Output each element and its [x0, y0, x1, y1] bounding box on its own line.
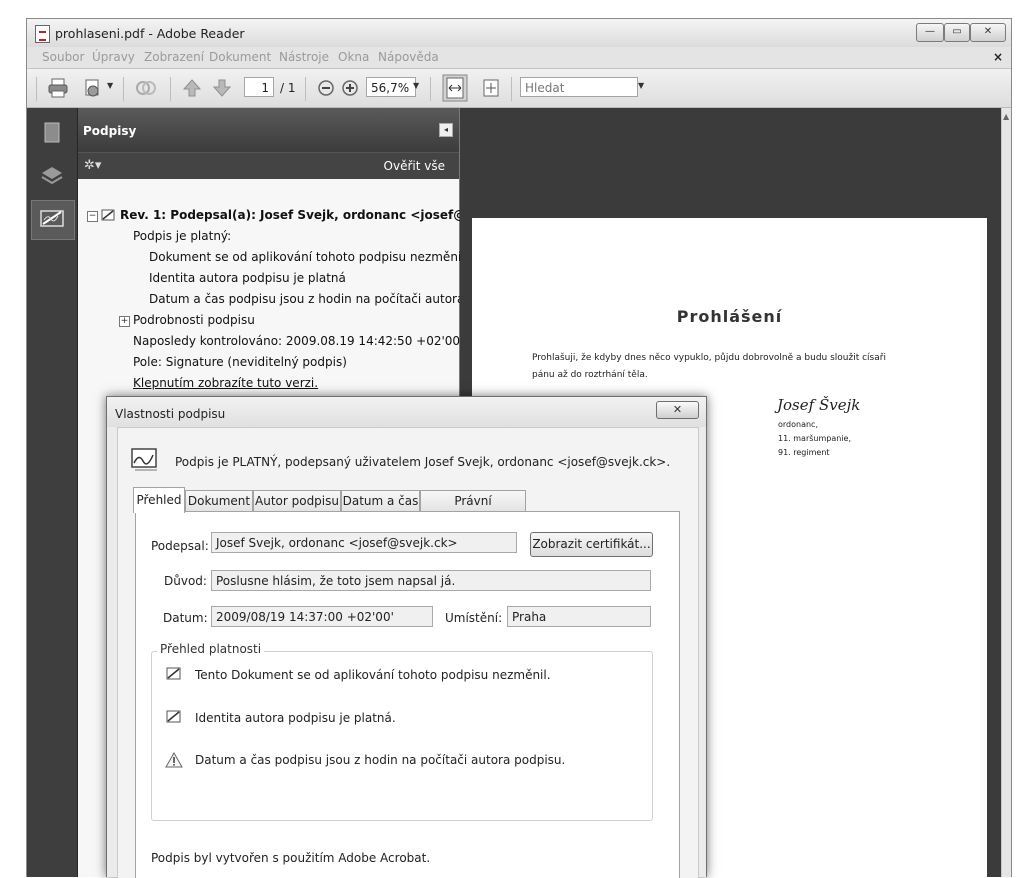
create-icon[interactable]	[82, 77, 104, 99]
warning-icon	[165, 752, 183, 768]
zoom-input[interactable]: 56,7%	[366, 77, 416, 97]
previous-page-icon[interactable]	[181, 77, 203, 99]
tab-signer[interactable]: Autor podpisu	[253, 490, 341, 512]
tab-document[interactable]: Dokument	[185, 490, 253, 512]
verify-all-button[interactable]: Ověřit vše	[384, 159, 445, 173]
menu-document[interactable]: Dokument	[209, 50, 271, 64]
location-label: Umístění:	[445, 611, 503, 625]
reason-field[interactable]: Poslusne hlásim, že toto jsem napsal já.	[211, 570, 651, 591]
panel-title: Podpisy	[83, 124, 137, 138]
creation-info: Podpis byl vytvořen s použitím Adobe Acr…	[151, 851, 431, 865]
menu-bar: Soubor Úpravy Zobrazení Dokument Nástroj…	[27, 47, 1011, 69]
dialog-title-bar: Vlastnosti podpisu ✕	[107, 397, 706, 427]
validity-identity: Identita autora podpisu je platná.	[195, 711, 396, 725]
reason-label: Důvod:	[164, 574, 207, 588]
validity-summary-legend: Přehled platnosti	[157, 642, 265, 656]
print-icon[interactable]	[47, 77, 69, 99]
signer-unit: 11. maršumpanie,	[778, 434, 852, 443]
show-certificate-button[interactable]: Zobrazit certifikát...	[530, 532, 653, 557]
collapse-revision-icon[interactable]: −	[87, 211, 98, 222]
page-number-input[interactable]: 1	[244, 77, 274, 97]
signatures-icon[interactable]	[35, 204, 69, 234]
tab-date-time[interactable]: Datum a čas	[341, 490, 420, 512]
menu-file[interactable]: Soubor	[42, 50, 84, 64]
document-heading: Prohlášení	[676, 307, 783, 326]
fit-page-icon[interactable]	[480, 77, 502, 99]
vertical-scrollbar[interactable]: ▲	[1001, 108, 1011, 877]
menu-windows[interactable]: Okna	[338, 50, 369, 64]
close-document-button[interactable]: ×	[993, 50, 1003, 64]
last-checked: Naposledy kontrolováno: 2009.08.19 14:42…	[133, 334, 464, 348]
date-label: Datum:	[163, 611, 208, 625]
signature-validity: Podpis je platný:	[133, 229, 232, 243]
window-title: prohlaseni.pdf - Adobe Reader	[55, 26, 245, 41]
next-page-icon[interactable]	[211, 77, 233, 99]
title-bar: prohlaseni.pdf - Adobe Reader — ▭ ✕	[27, 19, 1011, 47]
signed-by-field[interactable]: Josef Svejk, ordonanc <josef@svejk.ck>	[211, 532, 517, 553]
view-version-link[interactable]: Klepnutím zobrazíte tuto verzi.	[133, 376, 318, 390]
dialog-title: Vlastnosti podpisu	[115, 407, 226, 421]
signature-field: Pole: Signature (neviditelný podpis)	[133, 355, 347, 369]
zoom-dropdown-icon[interactable]: ▼	[413, 81, 419, 90]
navigation-rail	[27, 108, 78, 877]
page-total: / 1	[280, 81, 296, 95]
check-time-source: Datum a čas podpisu jsou z hodin na počí…	[149, 292, 502, 306]
date-field[interactable]: 2009/08/19 14:37:00 +02'00'	[211, 606, 433, 627]
tab-overview[interactable]: Přehled	[133, 487, 185, 513]
location-field[interactable]: Praha	[507, 606, 651, 627]
menu-help[interactable]: Nápověda	[378, 50, 439, 64]
search-dropdown-icon[interactable]: ▼	[638, 81, 644, 90]
panel-header: Podpisy ◂	[78, 108, 459, 152]
dialog-close-button[interactable]: ✕	[656, 401, 699, 419]
zoom-in-icon[interactable]	[339, 77, 361, 99]
document-body-line-2: pánu až do roztrhání těla.	[532, 370, 648, 380]
check-not-modified: Dokument se od aplikování tohoto podpisu…	[149, 250, 465, 264]
panel-toolbar: ✲▾ Ověřit vše	[78, 152, 459, 179]
validity-time-warning: Datum a čas podpisu jsou z hodin na počí…	[195, 753, 566, 767]
validity-not-modified: Tento Dokument se od aplikování tohoto p…	[195, 668, 551, 682]
handwritten-signature: Josef Švejk	[777, 396, 861, 414]
collapse-panel-button[interactable]: ◂	[439, 123, 453, 137]
signature-valid-icon	[101, 209, 115, 221]
close-window-button[interactable]: ✕	[970, 23, 1006, 42]
signature-ok-icon	[166, 667, 181, 680]
valid-signature-icon	[131, 448, 157, 471]
menu-view[interactable]: Zobrazení	[144, 50, 204, 64]
signer-role: ordonanc,	[778, 420, 818, 429]
zoom-out-icon[interactable]	[315, 77, 337, 99]
fit-width-icon[interactable]	[442, 74, 468, 102]
collaborate-icon[interactable]	[135, 77, 157, 99]
menu-edit[interactable]: Úpravy	[92, 50, 135, 64]
signature-ok-icon	[166, 710, 181, 723]
chevron-down-icon[interactable]: ▼	[107, 81, 113, 90]
signature-details[interactable]: Podrobnosti podpisu	[133, 313, 255, 327]
layers-icon[interactable]	[35, 161, 69, 191]
toolbar: ▼ 1 / 1 56,7% ▼ Hledat ▼	[27, 69, 1011, 108]
signer-regiment: 91. regiment	[778, 448, 830, 457]
tab-legal-notice[interactable]: Právní upozornění	[420, 490, 526, 529]
signature-properties-dialog: Vlastnosti podpisu ✕ Podpis je PLATNÝ, p…	[106, 396, 707, 878]
maximize-button[interactable]: ▭	[944, 23, 970, 42]
pdf-file-icon	[35, 25, 50, 43]
expand-details-icon[interactable]: +	[119, 316, 130, 327]
search-input[interactable]: Hledat	[520, 77, 638, 97]
minimize-button[interactable]: —	[916, 23, 944, 42]
signed-by-label: Podepsal:	[151, 539, 209, 553]
signature-status: Podpis je PLATNÝ, podepsaný uživatelem J…	[175, 455, 671, 469]
check-identity-valid: Identita autora podpisu je platná	[149, 271, 346, 285]
gear-icon[interactable]: ✲▾	[84, 158, 101, 173]
document-body-line-1: Prohlašuji, že kdyby dnes něco vypuklo, …	[532, 353, 886, 363]
menu-tools[interactable]: Nástroje	[279, 50, 329, 64]
pages-icon[interactable]	[35, 118, 69, 148]
